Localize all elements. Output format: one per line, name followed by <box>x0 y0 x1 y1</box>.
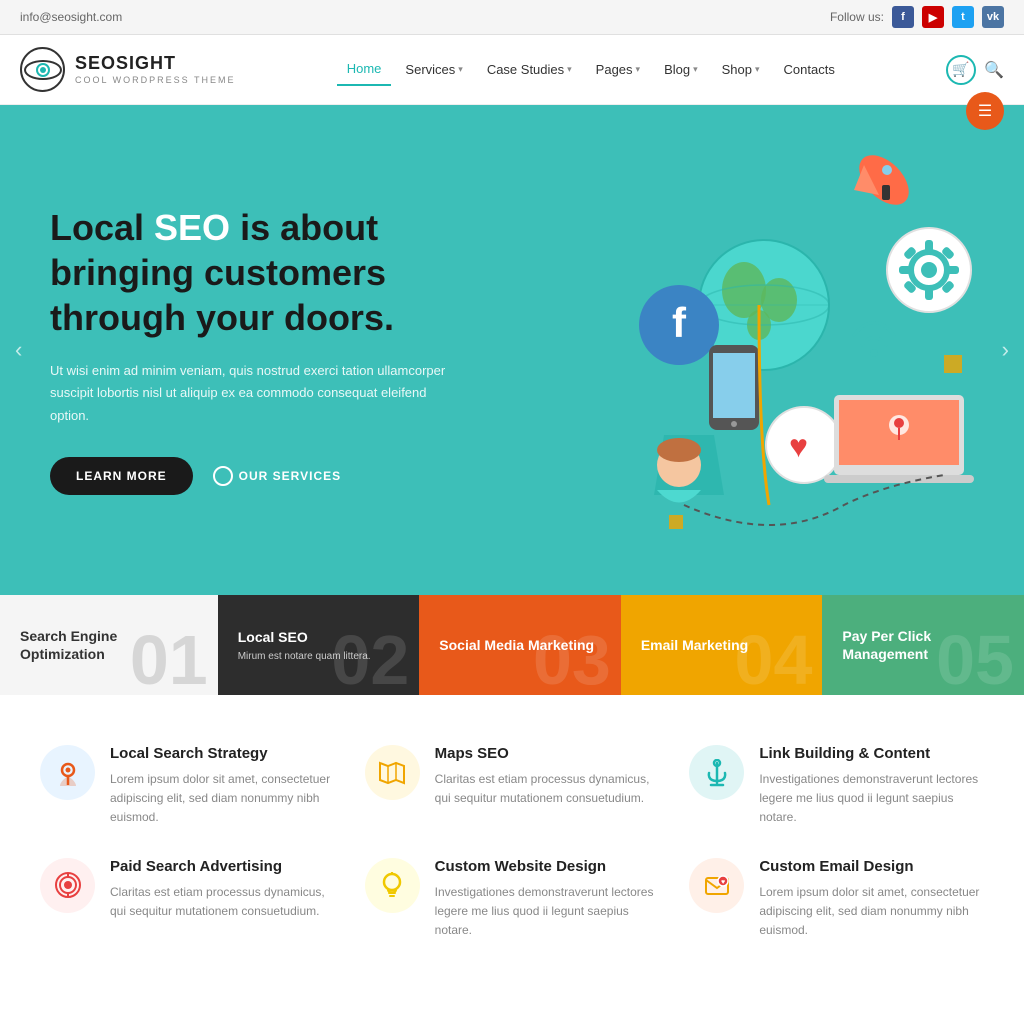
hero-description: Ut wisi enim ad minim veniam, quis nostr… <box>50 360 450 426</box>
logo-text: SEOSIGHT COOL WORDPRESS THEME <box>75 53 236 85</box>
link-building-title: Link Building & Content <box>759 745 984 762</box>
email-design-icon: ♥ <box>689 858 744 913</box>
hero-section: ‹ Local SEO is about bringing customers … <box>0 105 1024 595</box>
email-design-desc: Lorem ipsum dolor sit amet, consectetuer… <box>759 883 984 941</box>
menu-fab-button[interactable]: ☰ <box>966 92 1004 130</box>
vk-icon[interactable]: vk <box>982 6 1004 28</box>
service-title-ppc: Pay Per Click Management <box>842 627 1004 663</box>
local-search-title: Local Search Strategy <box>110 745 335 762</box>
maps-seo-content: Maps SEO Claritas est etiam processus dy… <box>435 745 660 808</box>
hero-buttons: LEARN MORE OUR SERVICES <box>50 457 482 495</box>
hero-content: Local SEO is about bringing customers th… <box>0 145 532 554</box>
search-button[interactable]: 🔍 <box>984 60 1004 80</box>
learn-more-button[interactable]: LEARN MORE <box>50 457 193 495</box>
nav-home[interactable]: Home <box>337 53 392 86</box>
main-nav: Home Services ▾ Case Studies ▾ Pages ▾ B… <box>337 53 845 86</box>
service-card-link: Link Building & Content Investigationes … <box>689 745 984 828</box>
service-card-email: ♥ Custom Email Design Lorem ipsum dolor … <box>689 858 984 941</box>
maps-seo-desc: Claritas est etiam processus dynamicus, … <box>435 770 660 808</box>
paid-search-title: Paid Search Advertising <box>110 858 335 875</box>
facebook-icon[interactable]: f <box>892 6 914 28</box>
link-building-content: Link Building & Content Investigationes … <box>759 745 984 828</box>
svg-text:♥: ♥ <box>789 428 808 464</box>
link-building-icon <box>689 745 744 800</box>
service-subtitle-local: Mirum est notare quam littera. <box>238 651 400 662</box>
website-design-title: Custom Website Design <box>435 858 660 875</box>
logo-title: SEOSIGHT <box>75 53 236 75</box>
service-item-social[interactable]: Social Media Marketing 03 <box>419 595 621 695</box>
service-title-local: Local SEO <box>238 628 400 646</box>
follow-label: Follow us: <box>830 10 884 24</box>
service-title-social: Social Media Marketing <box>439 636 601 654</box>
contact-email: info@seosight.com <box>20 10 122 24</box>
svg-text:♥: ♥ <box>721 879 725 886</box>
nav-contacts[interactable]: Contacts <box>774 54 845 85</box>
maps-seo-title: Maps SEO <box>435 745 660 762</box>
paid-search-desc: Claritas est etiam processus dynamicus, … <box>110 883 335 921</box>
hero-arrow-right[interactable]: › <box>1002 337 1009 363</box>
logo-icon <box>20 47 65 92</box>
header: SEOSIGHT COOL WORDPRESS THEME Home Servi… <box>0 35 1024 105</box>
svg-text:f: f <box>672 299 687 346</box>
local-search-desc: Lorem ipsum dolor sit amet, consectetuer… <box>110 770 335 828</box>
website-design-icon <box>365 858 420 913</box>
nav-services[interactable]: Services ▾ <box>395 54 472 85</box>
nav-case-studies[interactable]: Case Studies ▾ <box>477 54 582 85</box>
nav-shop[interactable]: Shop ▾ <box>712 54 770 85</box>
service-card-maps: Maps SEO Claritas est etiam processus dy… <box>365 745 660 828</box>
service-card-paid: Paid Search Advertising Claritas est eti… <box>40 858 335 941</box>
hero-illustration: f ♥ <box>514 125 994 585</box>
email-design-content: Custom Email Design Lorem ipsum dolor si… <box>759 858 984 941</box>
youtube-icon[interactable]: ▶ <box>922 6 944 28</box>
website-design-desc: Investigationes demonstraverunt lectores… <box>435 883 660 941</box>
twitter-icon[interactable]: t <box>952 6 974 28</box>
logo[interactable]: SEOSIGHT COOL WORDPRESS THEME <box>20 47 236 92</box>
nav-blog[interactable]: Blog ▾ <box>654 54 708 85</box>
service-card-website: Custom Website Design Investigationes de… <box>365 858 660 941</box>
email-design-title: Custom Email Design <box>759 858 984 875</box>
link-building-desc: Investigationes demonstraverunt lectores… <box>759 770 984 828</box>
hero-arrow-left[interactable]: ‹ <box>15 337 22 363</box>
top-bar: info@seosight.com Follow us: f ▶ t vk <box>0 0 1024 35</box>
website-design-content: Custom Website Design Investigationes de… <box>435 858 660 941</box>
service-title-email: Email Marketing <box>641 636 803 654</box>
service-item-local-seo[interactable]: Local SEO Mirum est notare quam littera.… <box>218 595 420 695</box>
nav-pages[interactable]: Pages ▾ <box>586 54 650 85</box>
our-services-button[interactable]: OUR SERVICES <box>213 466 341 486</box>
cart-button[interactable]: 🛒 <box>946 55 976 85</box>
services-bar: Search Engine Optimization 01 Local SEO … <box>0 595 1024 695</box>
maps-seo-icon <box>365 745 420 800</box>
paid-search-icon <box>40 858 95 913</box>
service-item-email[interactable]: Email Marketing 04 <box>621 595 823 695</box>
local-search-content: Local Search Strategy Lorem ipsum dolor … <box>110 745 335 828</box>
service-card-local-search: Local Search Strategy Lorem ipsum dolor … <box>40 745 335 828</box>
logo-subtitle: COOL WORDPRESS THEME <box>75 75 236 86</box>
services-grid: Local Search Strategy Lorem ipsum dolor … <box>40 745 984 940</box>
service-item-seo[interactable]: Search Engine Optimization 01 <box>0 595 218 695</box>
local-search-icon <box>40 745 95 800</box>
social-icons: Follow us: f ▶ t vk <box>830 6 1004 28</box>
hero-title: Local SEO is about bringing customers th… <box>50 205 482 340</box>
service-item-ppc[interactable]: Pay Per Click Management 05 <box>822 595 1024 695</box>
service-title-seo: Search Engine Optimization <box>20 627 198 663</box>
paid-search-content: Paid Search Advertising Claritas est eti… <box>110 858 335 921</box>
services-section: Local Search Strategy Lorem ipsum dolor … <box>0 695 1024 990</box>
nav-icons: 🛒 🔍 <box>946 55 1004 85</box>
